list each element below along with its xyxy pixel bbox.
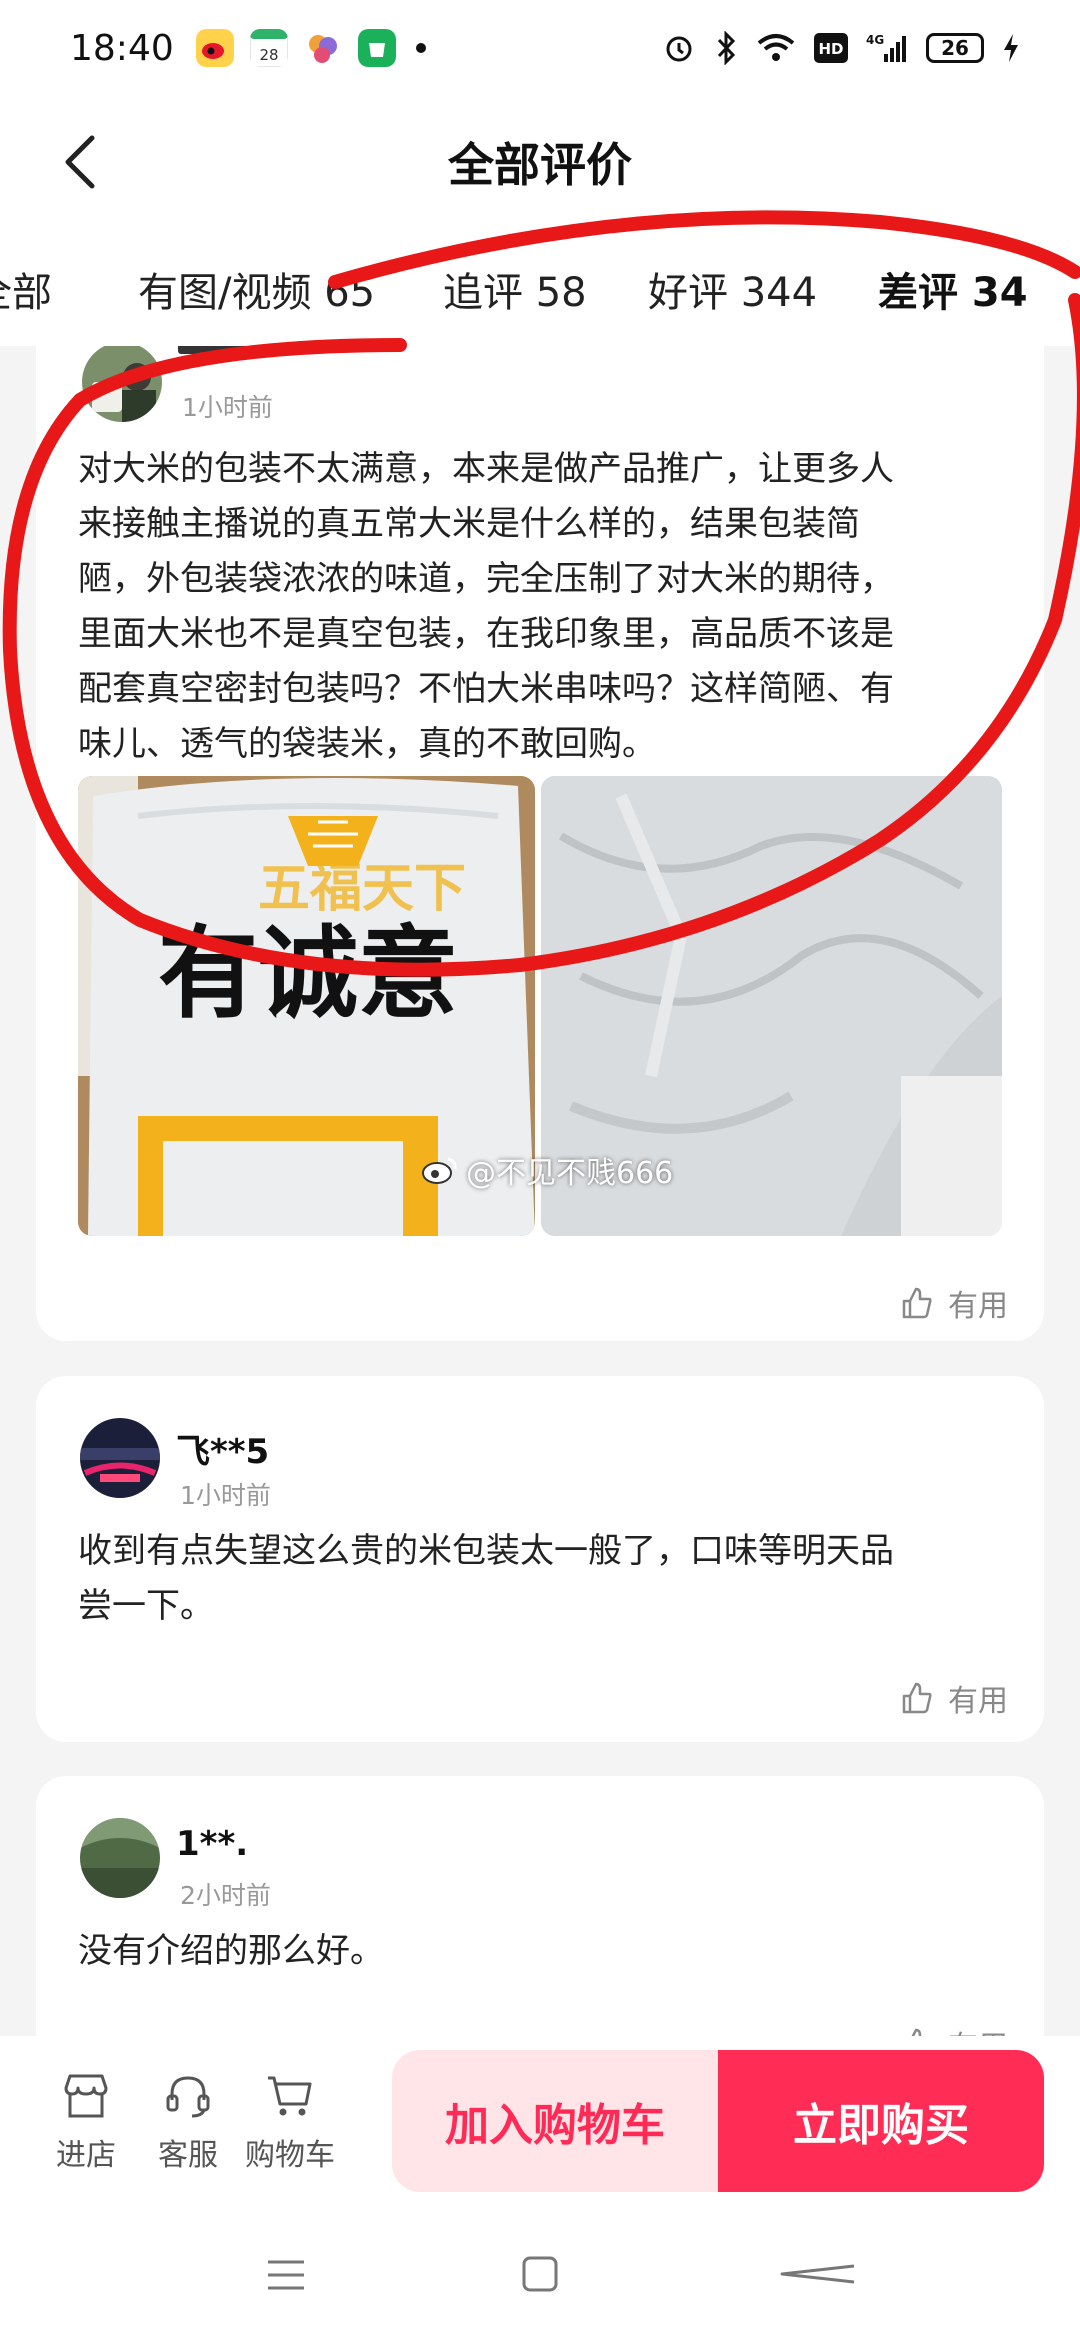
bottom-action-bar: 进店 客服 购物车 加入购物车 立即购买 <box>0 2036 1080 2210</box>
back-nav-icon[interactable] <box>770 2250 860 2300</box>
wifi-icon <box>757 34 795 61</box>
useful-button[interactable]: 有用 <box>900 1676 1008 1720</box>
review-text-line: 没有介绍的那么好。 <box>78 1931 384 1971</box>
customer-service-button[interactable]: 客服 <box>138 2070 238 2174</box>
watermark-text: @不见不贱666 <box>466 1156 674 1191</box>
tab-with-media[interactable]: 有图/视频 65 <box>138 260 375 318</box>
chevron-left-icon <box>65 135 95 189</box>
shop-button[interactable]: 进店 <box>36 2070 136 2174</box>
store-icon <box>64 2074 108 2118</box>
review-text-line: 配套真空密封包装吗？不怕大米串味吗？这样简陋、有 <box>78 669 894 709</box>
tab-follow-up[interactable]: 追评 58 <box>443 260 587 318</box>
status-time: 18:40 <box>70 27 174 69</box>
review-text-line: 尝一下。 <box>78 1586 214 1626</box>
bluetooth-icon <box>717 31 736 65</box>
useful-label: 有用 <box>948 2022 1008 2036</box>
review-text: 没有介绍的那么好。 <box>78 1924 384 1979</box>
headset-icon <box>166 2076 210 2118</box>
system-navigation-bar <box>0 2210 1080 2340</box>
review-text: 收到有点失望这么贵的米包装太一般了，口味等明天品 尝一下。 <box>78 1524 894 1634</box>
avatar[interactable] <box>80 1818 160 1898</box>
back-button[interactable] <box>48 130 112 194</box>
alarm-icon <box>666 36 692 62</box>
service-label: 客服 <box>158 2138 218 2173</box>
review-card: 1**. 2小时前 没有介绍的那么好。 有用 <box>36 1776 1044 2036</box>
notification-icons: 28 <box>195 29 396 67</box>
tab-all[interactable]: 全部 <box>0 260 52 318</box>
shopping-cart-icon <box>268 2076 312 2116</box>
useful-button[interactable]: 有用 <box>900 1281 1008 1325</box>
page-header: 全部评价 <box>0 96 1080 228</box>
review-card: 飞**5 1小时前 收到有点失望这么贵的米包装太一般了，口味等明天品 尝一下。 … <box>36 1376 1044 1742</box>
status-bar: 18:40 28 HD 4G 26 <box>0 0 1080 96</box>
review-time: 1小时前 <box>182 393 273 422</box>
thumbs-up-icon <box>902 1287 932 1319</box>
thumbs-up-icon <box>911 2028 922 2036</box>
photo-brand-text: 五福天下 <box>258 859 466 919</box>
avatar[interactable] <box>80 1418 160 1498</box>
weibo-icon <box>422 1157 457 1184</box>
cart-button[interactable]: 购物车 <box>240 2070 340 2174</box>
svg-text:4G: 4G <box>866 33 884 47</box>
watermark: @不见不贱666 <box>420 1148 673 1192</box>
reviewer-name <box>178 346 318 354</box>
home-icon[interactable] <box>510 2250 570 2300</box>
svg-text:28: 28 <box>259 46 278 64</box>
cellular-signal-icon: 4G <box>866 33 906 62</box>
buy-now-button[interactable]: 立即购买 <box>718 2050 1044 2192</box>
reviewer-name: 1**. <box>176 1824 249 1864</box>
avatar[interactable] <box>82 346 162 422</box>
svg-text:HD: HD <box>818 40 843 58</box>
charging-icon <box>1004 34 1018 62</box>
menu-icon[interactable] <box>256 2250 316 2300</box>
app-icon <box>308 35 337 63</box>
tab-negative[interactable]: 差评 34 <box>878 260 1028 318</box>
review-text-line: 来接触主播说的真五常大米是什么样的，结果包装简 <box>78 504 860 544</box>
useful-label: 有用 <box>948 1684 1008 1719</box>
calendar-icon: 28 <box>249 29 288 67</box>
review-time: 2小时前 <box>180 1881 271 1910</box>
add-to-cart-button[interactable]: 加入购物车 <box>392 2050 718 2192</box>
tab-positive[interactable]: 好评 344 <box>648 260 817 318</box>
notification-dot <box>415 43 426 53</box>
reviewer-name: 飞**5 <box>176 1432 270 1472</box>
useful-label: 有用 <box>948 1289 1008 1324</box>
review-filter-tabs: 全部 有图/视频 65 追评 58 好评 344 差评 34 <box>0 228 1080 346</box>
hd-icon: HD <box>814 33 848 63</box>
review-text: 对大米的包装不太满意，本来是做产品推广，让更多人 来接触主播说的真五常大米是什么… <box>78 442 894 772</box>
weibo-icon <box>195 29 234 67</box>
review-text-line: 味儿、透气的袋装米，真的不敢回购。 <box>78 724 656 764</box>
photo-slogan-text: 有诚意 <box>158 915 458 1032</box>
shopping-app-icon <box>357 29 396 67</box>
page-title: 全部评价 <box>448 138 632 192</box>
useful-button[interactable]: 有用 <box>900 2022 1008 2036</box>
cart-label: 购物车 <box>245 2138 335 2173</box>
review-time: 1小时前 <box>180 1481 271 1510</box>
review-text-line: 收到有点失望这么贵的米包装太一般了，口味等明天品 <box>78 1531 894 1571</box>
thumbs-up-icon <box>902 1682 932 1714</box>
review-text-line: 对大米的包装不太满意，本来是做产品推广，让更多人 <box>78 449 894 489</box>
shop-label: 进店 <box>56 2138 116 2173</box>
review-text-line: 里面大米也不是真空包装，在我印象里，高品质不该是 <box>78 614 894 654</box>
status-indicators: HD 4G 26 <box>662 31 1020 65</box>
review-text-line: 陋，外包装袋浓浓的味道，完全压制了对大米的期待， <box>78 559 894 599</box>
battery-level: 26 <box>926 33 984 63</box>
